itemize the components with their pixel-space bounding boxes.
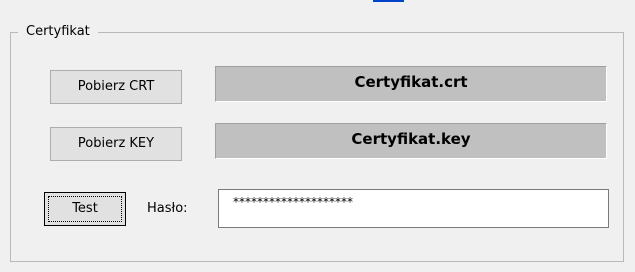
test-button[interactable]: Test [44,192,126,226]
download-key-button[interactable]: Pobierz KEY [50,127,182,161]
password-field[interactable]: ******************** [218,189,609,228]
test-button-label: Test [72,201,98,216]
link-underline[interactable] [373,0,404,2]
download-crt-button[interactable]: Pobierz CRT [50,70,182,104]
groupbox-title: Certyfikat [18,24,98,40]
password-label: Hasło: [147,201,188,216]
key-filename-label: Certyfikat.key [215,123,607,159]
certificate-panel: Certyfikat Pobierz CRT Certyfikat.crt Po… [0,0,635,272]
crt-filename-label: Certyfikat.crt [215,66,607,102]
